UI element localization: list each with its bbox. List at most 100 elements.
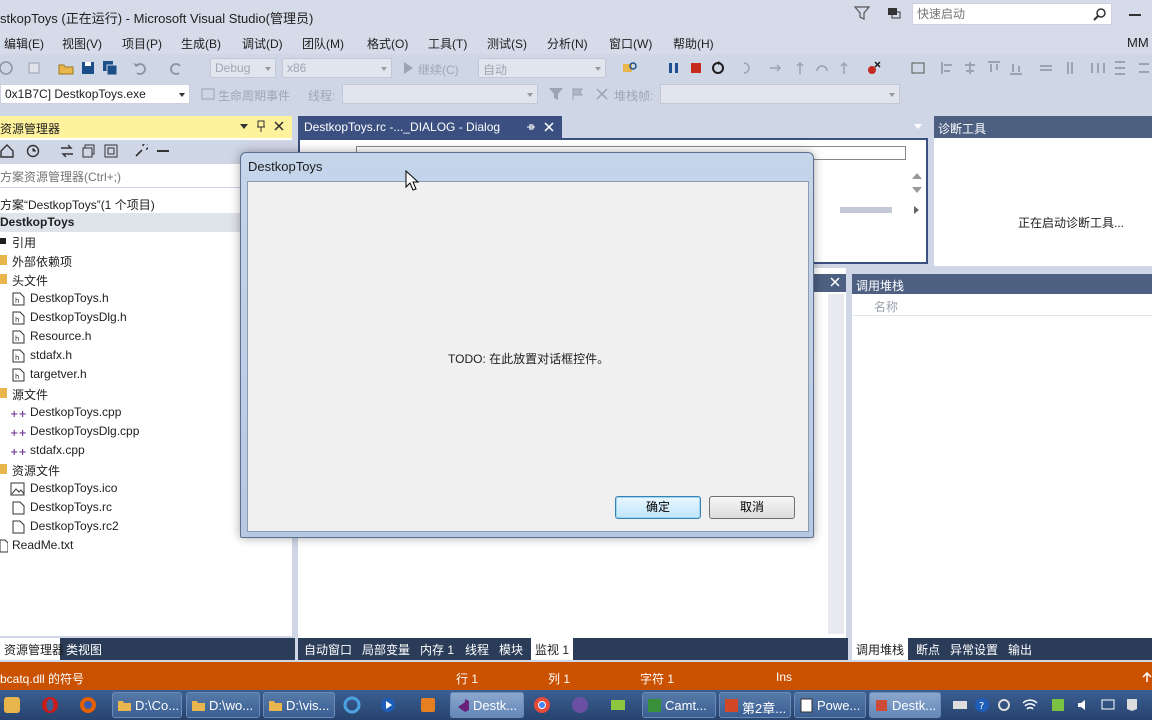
taskbar-camtasia[interactable]: Camt... bbox=[642, 692, 716, 718]
tray-app-icon[interactable] bbox=[1050, 697, 1066, 713]
step-out-icon[interactable] bbox=[814, 60, 830, 76]
tab-solution-explorer[interactable]: 资源管理器 bbox=[0, 638, 64, 660]
close-icon[interactable] bbox=[830, 277, 840, 287]
restart-icon[interactable] bbox=[710, 60, 726, 76]
menu-help[interactable]: 帮助(H) bbox=[673, 35, 714, 52]
find-icon[interactable] bbox=[622, 60, 638, 76]
auto-select[interactable]: 自动 bbox=[478, 58, 606, 78]
show-all-files-icon[interactable] bbox=[104, 144, 118, 158]
taskbar-explorer-vis[interactable]: D:\vis... bbox=[263, 692, 335, 718]
network-icon[interactable] bbox=[1100, 697, 1116, 713]
keyboard-icon[interactable] bbox=[952, 697, 968, 713]
tab-autos[interactable]: 自动窗口 bbox=[300, 638, 356, 660]
close-icon[interactable] bbox=[544, 122, 554, 132]
menu-analyze[interactable]: 分析(N) bbox=[547, 35, 588, 52]
tab-threads[interactable]: 线程 bbox=[461, 638, 493, 660]
tab-watch-1[interactable]: 监视 1 bbox=[531, 638, 574, 660]
internet-explorer-icon[interactable] bbox=[342, 695, 362, 715]
taskbar-explorer-wo[interactable]: D:\wo... bbox=[186, 692, 260, 718]
tab-class-view[interactable]: 类视图 bbox=[62, 638, 106, 660]
menu-project[interactable]: 项目(P) bbox=[122, 35, 162, 52]
taskbar-powershell[interactable]: Powe... bbox=[794, 692, 866, 718]
menu-build[interactable]: 生成(B) bbox=[181, 35, 221, 52]
pin-icon[interactable] bbox=[256, 120, 266, 132]
pin-icon[interactable] bbox=[526, 122, 536, 132]
preview-icon[interactable] bbox=[156, 144, 170, 158]
undo-icon[interactable] bbox=[132, 60, 148, 76]
feedback-icon[interactable] bbox=[886, 5, 902, 21]
sync-icon[interactable] bbox=[60, 144, 74, 158]
open-file-icon[interactable] bbox=[58, 60, 74, 76]
app-icon[interactable] bbox=[418, 695, 438, 715]
center-horizontal-icon[interactable] bbox=[1038, 60, 1054, 76]
align-centers-icon[interactable] bbox=[962, 60, 978, 76]
horizontal-scrollbar[interactable] bbox=[840, 206, 920, 214]
breakpoint-toggle-icon[interactable] bbox=[866, 60, 882, 76]
firefox-icon[interactable] bbox=[78, 695, 98, 715]
step-into-icon[interactable] bbox=[768, 60, 784, 76]
screen-tool-icon[interactable] bbox=[608, 695, 628, 715]
tab-call-stack[interactable]: 调用堆栈 bbox=[852, 638, 909, 660]
thread-select[interactable] bbox=[342, 84, 538, 104]
pause-icon[interactable] bbox=[666, 60, 682, 76]
column-name[interactable]: 名称 bbox=[874, 298, 898, 315]
step-back-icon[interactable] bbox=[836, 60, 852, 76]
taskbar-visual-studio[interactable]: Destk... bbox=[450, 692, 524, 718]
tab-modules[interactable]: 模块 bbox=[495, 638, 527, 660]
quick-launch-box[interactable] bbox=[912, 3, 1112, 25]
start-button-icon[interactable] bbox=[2, 695, 22, 715]
cancel-button[interactable]: 取消 bbox=[709, 496, 795, 519]
ok-button[interactable]: 确定 bbox=[615, 496, 701, 519]
media-player-icon[interactable] bbox=[378, 695, 398, 715]
align-tops-icon[interactable] bbox=[986, 60, 1002, 76]
menu-edit[interactable]: 编辑(E) bbox=[4, 35, 44, 52]
taskbar-explorer-co[interactable]: D:\Co... bbox=[112, 692, 182, 718]
minimize-icon[interactable] bbox=[1128, 7, 1142, 21]
save-all-icon[interactable] bbox=[102, 60, 118, 76]
taskbar-destkoptoys-app[interactable]: Destk... bbox=[869, 692, 941, 718]
lifecycle-icon[interactable] bbox=[200, 86, 216, 102]
solution-config-select[interactable]: Debug bbox=[210, 58, 276, 78]
platform-select[interactable]: x86 bbox=[282, 58, 392, 78]
save-icon[interactable] bbox=[80, 60, 96, 76]
home-icon[interactable] bbox=[0, 144, 14, 158]
publish-arrow-icon[interactable] bbox=[1142, 672, 1152, 682]
tab-output[interactable]: 输出 bbox=[1004, 638, 1036, 660]
menu-view[interactable]: 视图(V) bbox=[62, 35, 102, 52]
space-across-icon[interactable] bbox=[1090, 60, 1106, 76]
stack-frame-select[interactable] bbox=[660, 84, 900, 104]
menu-debug[interactable]: 调试(D) bbox=[242, 35, 283, 52]
search-icon[interactable] bbox=[1093, 7, 1107, 21]
redo-icon[interactable] bbox=[168, 60, 184, 76]
pending-changes-icon[interactable] bbox=[26, 144, 42, 158]
quick-launch-input[interactable] bbox=[913, 4, 1083, 24]
show-next-statement-icon[interactable] bbox=[740, 60, 756, 76]
tab-memory-1[interactable]: 内存 1 bbox=[416, 638, 458, 660]
taskbar-powerpoint-chapter[interactable]: 第2章... bbox=[719, 692, 791, 718]
process-select[interactable]: 0x1B7C] DestkopToys.exe bbox=[0, 84, 190, 104]
align-lefts-icon[interactable] bbox=[940, 60, 956, 76]
collapse-all-icon[interactable] bbox=[82, 144, 96, 158]
filter-threads-icon[interactable] bbox=[548, 86, 564, 102]
action-center-icon[interactable] bbox=[1124, 697, 1140, 713]
menu-format[interactable]: 格式(O) bbox=[367, 35, 408, 52]
volume-icon[interactable] bbox=[1076, 697, 1092, 713]
user-account[interactable]: MM bbox=[1127, 35, 1149, 50]
solution-search-input[interactable] bbox=[0, 168, 260, 186]
make-same-size-icon[interactable] bbox=[1136, 60, 1152, 76]
stop-icon[interactable] bbox=[688, 60, 704, 76]
scroll-up-icon[interactable] bbox=[912, 172, 922, 180]
project-node[interactable]: DestkopToys bbox=[0, 213, 240, 232]
flag-threads-icon[interactable] bbox=[570, 86, 586, 102]
menu-team[interactable]: 团队(M) bbox=[302, 35, 344, 52]
navigate-forward-icon[interactable] bbox=[0, 60, 16, 76]
filter-icon[interactable] bbox=[854, 5, 870, 21]
eclipse-icon[interactable] bbox=[570, 695, 590, 715]
comment-icon[interactable] bbox=[910, 60, 926, 76]
close-icon[interactable] bbox=[274, 121, 284, 131]
scroll-down-icon[interactable] bbox=[912, 186, 922, 194]
new-project-icon[interactable] bbox=[26, 60, 42, 76]
tab-locals[interactable]: 局部变量 bbox=[358, 638, 414, 660]
help-icon[interactable]: ? bbox=[974, 697, 990, 713]
step-over-icon[interactable] bbox=[792, 60, 808, 76]
